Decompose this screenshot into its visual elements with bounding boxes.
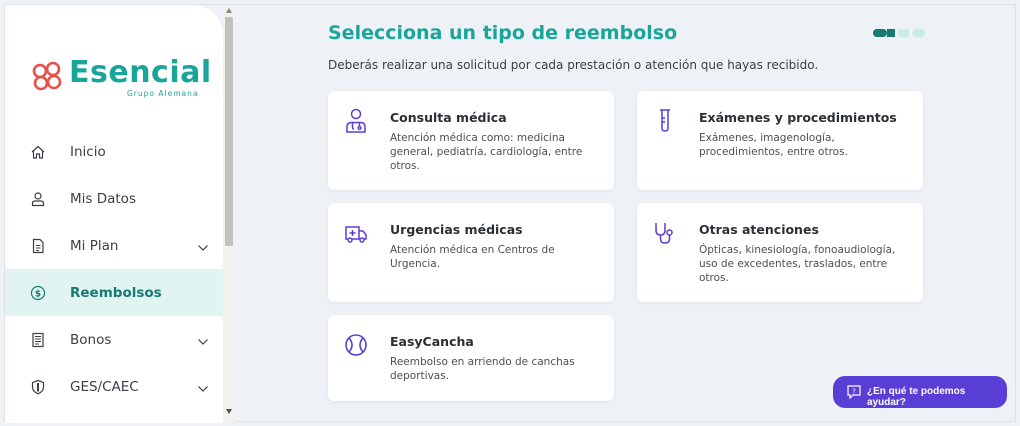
card-description: Exámenes, imagenología, procedimientos, … [699,132,848,158]
scroll-down-arrow-icon[interactable] [226,409,232,414]
sidebar-item-reembolsos[interactable]: $ Reembolsos [5,269,223,316]
sidebar-item-label: Inicio [70,143,106,160]
home-icon [29,143,47,161]
shield-icon [29,378,47,396]
doctor-icon [346,108,366,133]
help-chat-button[interactable]: ? ¿En qué te podemos ayudar? [833,376,1007,408]
stepper-segment [912,29,925,37]
ambulance-icon [345,226,367,243]
stethoscope-icon [655,223,673,244]
user-icon [29,190,47,208]
card-urgencias-medicas[interactable]: Urgencias médicas Atención médica en Cen… [328,203,614,302]
sidebar-scrollbar[interactable] [223,5,235,423]
app-frame: Esencial Grupo Alemana Inicio Mis Datos [4,4,1017,423]
sidebar-nav: Inicio Mis Datos Mi Plan $ Reembolsos Bo… [5,128,223,410]
svg-text:?: ? [852,388,856,396]
test-tube-icon [660,109,670,132]
card-easycancha[interactable]: EasyCancha Reembolso en arriendo de canc… [328,315,614,401]
sidebar-item-mis-datos[interactable]: Mis Datos [5,175,223,222]
card-title: Otras atenciones [699,222,819,237]
card-consulta-medica[interactable]: Consulta médica Atención médica como: me… [328,91,614,190]
sidebar-item-label: Bonos [70,331,112,348]
sidebar-item-label: Mi Plan [70,237,119,254]
page-title: Selecciona un tipo de reembolso [328,22,678,44]
scrollbar-thumb[interactable] [225,17,233,246]
logo-knot-icon [32,61,62,91]
chevron-down-icon[interactable] [197,240,209,256]
brand-name: Esencial [69,55,212,90]
sidebar-item-ges-caec[interactable]: GES/CAEC [5,363,223,410]
receipt-icon [29,331,47,349]
ball-icon [345,334,367,356]
help-chat-label: ¿En qué te podemos ayudar? [867,386,966,408]
scroll-up-arrow-icon[interactable] [226,8,232,13]
sidebar-item-label: Mis Datos [70,190,136,207]
sidebar-item-mi-plan[interactable]: Mi Plan [5,222,223,269]
card-title: Consulta médica [390,110,507,125]
card-otras-atenciones[interactable]: Otras atenciones Ópticas, kinesiología, … [637,203,923,302]
card-description: Reembolso en arriendo de canchas deporti… [390,356,575,382]
main-content: Selecciona un tipo de reembolso Deberás … [235,5,1017,423]
sidebar-item-label: Reembolsos [70,284,162,301]
sidebar-item-label: GES/CAEC [70,378,139,395]
card-examenes-procedimientos[interactable]: Exámenes y procedimientos Exámenes, imag… [637,91,923,190]
card-description: Atención médica como: medicina general, … [390,132,583,172]
brand-subtitle: Grupo Alemana [127,89,199,98]
chat-icon: ? [847,385,861,400]
progress-stepper [873,29,925,37]
card-description: Atención médica en Centros de Urgencia. [390,244,555,270]
card-title: Exámenes y procedimientos [699,110,897,125]
chevron-down-icon[interactable] [197,381,209,397]
stepper-segment [898,29,909,37]
svg-text:$: $ [35,290,41,300]
page-subtitle: Deberás realizar una solicitud por cada … [328,58,819,72]
card-title: EasyCancha [390,334,474,349]
brand-logo[interactable]: Esencial Grupo Alemana [29,55,212,105]
sidebar-item-inicio[interactable]: Inicio [5,128,223,175]
card-description: Ópticas, kinesiología, fonoaudiología, u… [699,244,896,284]
sidebar-item-bonos[interactable]: Bonos [5,316,223,363]
card-title: Urgencias médicas [390,222,523,237]
sidebar: Esencial Grupo Alemana Inicio Mis Datos [5,5,223,423]
dollar-circle-icon: $ [29,284,47,302]
document-icon [29,237,47,255]
stepper-segment-active [873,29,887,37]
chevron-down-icon[interactable] [197,334,209,350]
